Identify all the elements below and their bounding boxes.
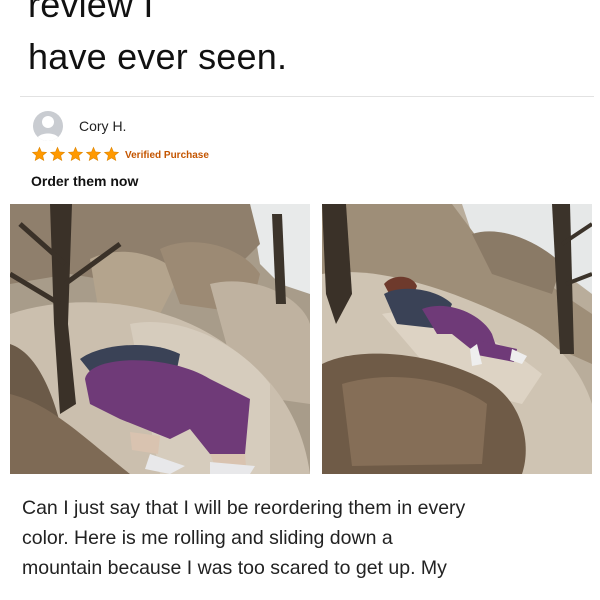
verified-purchase-badge: Verified Purchase	[125, 150, 209, 161]
person-icon	[36, 116, 60, 141]
star-icon	[49, 146, 66, 162]
headline-line-2: have ever seen.	[28, 36, 288, 77]
headline-line-1: review I	[28, 0, 154, 25]
review-body-line: Can I just say that I will be reordering…	[22, 497, 466, 519]
review-body-line: color. Here is me rolling and sliding do…	[22, 527, 393, 549]
star-icon	[31, 146, 48, 162]
avatar[interactable]	[33, 111, 63, 141]
reviewer-name[interactable]: Cory H.	[79, 118, 126, 134]
review-title[interactable]: Order them now	[31, 173, 138, 189]
review-photo-1-image	[10, 204, 310, 474]
review-photo-2-image	[322, 204, 592, 474]
star-rating	[31, 146, 121, 162]
review-body: Can I just say that I will be reordering…	[22, 493, 592, 583]
review-photo-2[interactable]	[322, 204, 592, 474]
divider	[20, 96, 594, 97]
star-icon	[103, 146, 120, 162]
star-icon	[85, 146, 102, 162]
star-icon	[67, 146, 84, 162]
review-photo-1[interactable]	[10, 204, 310, 474]
review-body-line: mountain because I was too scared to get…	[22, 557, 447, 579]
